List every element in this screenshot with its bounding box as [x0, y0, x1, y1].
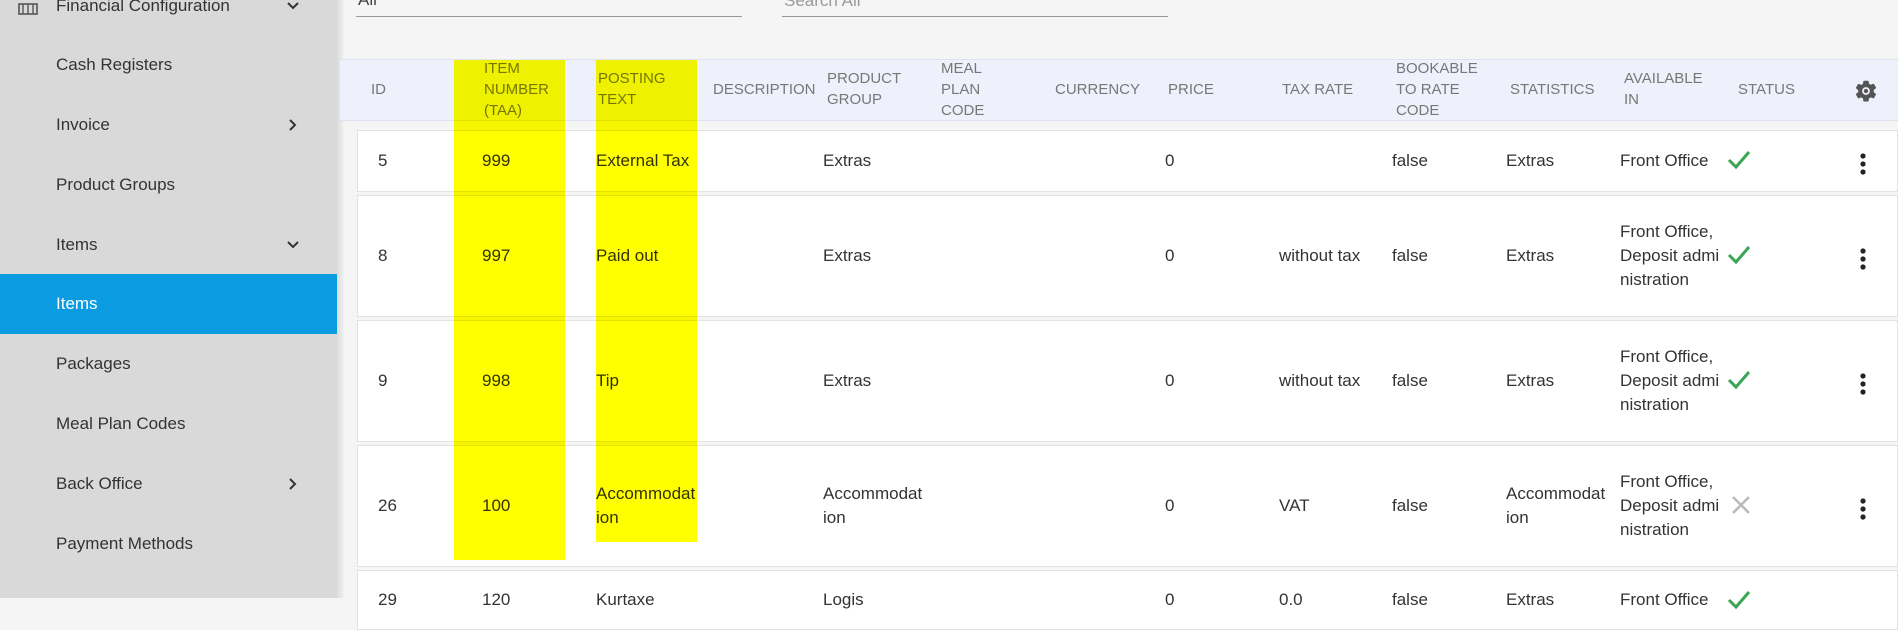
cell-available-in: Front Office [1620, 590, 1709, 609]
cell-bookable: false [1392, 151, 1428, 170]
gear-icon[interactable] [1853, 78, 1879, 104]
more-options-icon[interactable] [1859, 247, 1867, 271]
search-input[interactable] [782, 0, 1170, 12]
more-options-icon[interactable] [1859, 497, 1867, 521]
sidebar-item-label: Cash Registers [56, 55, 173, 74]
sidebar-item-items-group[interactable]: Items [0, 215, 337, 275]
col-header-description[interactable]: DESCRIPTION [713, 59, 817, 119]
more-options-icon[interactable] [1859, 152, 1867, 176]
cell-id: 8 [378, 246, 388, 265]
sidebar-item-label: Invoice [56, 115, 110, 134]
cell-product-group: Extras [823, 246, 872, 265]
cell-item-number: 999 [482, 151, 511, 170]
cell-tax-rate: without tax [1279, 246, 1361, 265]
sidebar-item-packages[interactable]: Packages [0, 334, 337, 394]
cell-product-group: Extras [823, 371, 872, 390]
col-header-price[interactable]: PRICE [1168, 59, 1228, 119]
cell-item-number: 998 [482, 371, 511, 390]
chevron-right-icon [289, 478, 297, 490]
check-icon [1727, 371, 1751, 390]
cell-bookable: false [1392, 371, 1428, 390]
cell-product-group: Logis [823, 590, 864, 609]
cell-statistics: Extras [1506, 590, 1555, 609]
cash-register-icon [18, 3, 38, 15]
check-icon [1727, 246, 1751, 265]
col-header-tax-rate[interactable]: TAX RATE [1282, 59, 1372, 119]
cell-id: 26 [378, 496, 397, 515]
sidebar-item-label: Financial Configuration [56, 0, 230, 15]
cell-item-number: 120 [482, 590, 511, 609]
cell-available-in: Front Office [1620, 151, 1709, 170]
check-icon [1727, 151, 1751, 170]
sidebar: Financial Configuration Cash Registers I… [0, 0, 337, 598]
cell-item-number: 100 [482, 496, 511, 515]
filter-select-value: All [358, 0, 377, 10]
cell-available-in: Front Office,Deposit administration [1620, 472, 1720, 539]
cell-price: 0 [1165, 151, 1175, 170]
cell-statistics: Accommodation [1506, 484, 1606, 527]
sidebar-item-label: Meal Plan Codes [56, 414, 186, 433]
sidebar-item-cash-registers[interactable]: Cash Registers [0, 35, 337, 95]
cell-bookable: false [1392, 246, 1428, 265]
cell-tax-rate: VAT [1279, 496, 1310, 515]
filter-select[interactable]: All [356, 0, 742, 17]
sidebar-item-back-office[interactable]: Back Office [0, 454, 337, 514]
col-header-currency[interactable]: CURRENCY [1055, 59, 1145, 119]
cell-statistics: Extras [1506, 246, 1555, 265]
col-header-status[interactable]: STATUS [1738, 59, 1808, 119]
chevron-right-icon [289, 119, 297, 131]
cell-posting-text: External Tax [596, 151, 690, 170]
cell-posting-text: Accommodation [596, 484, 696, 527]
cell-available-in: Front Office,Deposit administration [1620, 347, 1720, 414]
cell-price: 0 [1165, 496, 1175, 515]
cell-price: 0 [1165, 371, 1175, 390]
chevron-down-icon [287, 241, 299, 249]
col-header-statistics[interactable]: STATISTICS [1510, 59, 1602, 119]
search-field[interactable] [782, 0, 1170, 17]
chevron-down-icon [287, 2, 299, 10]
sidebar-item-label: Payment Methods [56, 534, 194, 553]
cell-tax-rate: 0.0 [1279, 590, 1303, 609]
cell-price: 0 [1165, 246, 1175, 265]
cell-posting-text: Paid out [596, 246, 659, 265]
sidebar-item-label: Back Office [56, 474, 143, 493]
sidebar-item-meal-plan-codes[interactable]: Meal Plan Codes [0, 394, 337, 454]
cell-available-in: Front Office,Deposit administration [1620, 222, 1720, 289]
sidebar-item-product-groups[interactable]: Product Groups [0, 155, 337, 215]
cell-id: 9 [378, 371, 388, 390]
col-header-meal-plan-code[interactable]: MEAL PLAN CODE [941, 59, 1011, 119]
col-header-item-number[interactable]: ITEM NUMBER (TAA) [484, 59, 560, 119]
col-header-product-group[interactable]: PRODUCT GROUP [827, 59, 917, 119]
sidebar-item-payment-methods[interactable]: Payment Methods [0, 514, 337, 574]
cell-product-group: Extras [823, 151, 872, 170]
check-icon [1727, 591, 1751, 610]
sidebar-item-label: Items [56, 294, 98, 313]
cell-posting-text: Tip [596, 371, 619, 390]
col-header-bookable[interactable]: BOOKABLE TO RATE CODE [1396, 59, 1488, 119]
cell-id: 5 [378, 151, 388, 170]
col-header-available-in[interactable]: AVAILABLE IN [1624, 59, 1716, 119]
cell-statistics: Extras [1506, 151, 1555, 170]
cell-item-number: 997 [482, 246, 511, 265]
cell-statistics: Extras [1506, 371, 1555, 390]
cell-bookable: false [1392, 590, 1428, 609]
chevron-down-icon [731, 0, 733, 1]
cell-posting-text: Kurtaxe [596, 590, 655, 609]
cell-tax-rate: without tax [1279, 371, 1361, 390]
sidebar-item-label: Product Groups [56, 175, 176, 194]
cell-product-group: Accommodation [823, 484, 923, 527]
close-icon [1732, 496, 1750, 514]
cell-price: 0 [1165, 590, 1175, 609]
cell-id: 29 [378, 590, 397, 609]
cell-bookable: false [1392, 496, 1428, 515]
more-options-icon[interactable] [1859, 372, 1867, 396]
sidebar-item-label: Packages [56, 354, 131, 373]
sidebar-item-invoice[interactable]: Invoice [0, 95, 337, 155]
sidebar-item-financial-configuration[interactable]: Financial Configuration [0, 0, 337, 36]
col-header-posting-text[interactable]: POSTING TEXT [598, 59, 680, 119]
sidebar-item-items[interactable]: Items [0, 274, 337, 334]
col-header-id[interactable]: ID [371, 59, 431, 119]
sidebar-item-label: Items [56, 235, 98, 254]
